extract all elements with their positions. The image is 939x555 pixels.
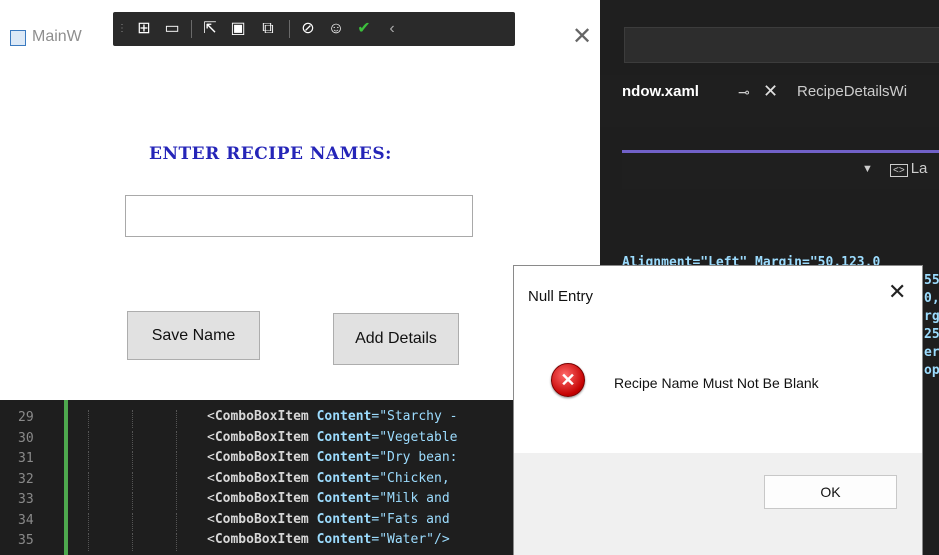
xml-tag: ComboBoxItem [214, 491, 309, 506]
line-number: 30 [18, 430, 34, 446]
indent-guide [88, 533, 90, 551]
layout-label[interactable]: <> La [890, 160, 927, 177]
frame-icon[interactable]: ▣ [227, 18, 249, 40]
toolbar-separator [289, 20, 290, 38]
page-heading: ENTER RECIPE NAMES: [149, 144, 392, 164]
add-details-button[interactable]: Add Details [333, 313, 459, 365]
code-line: <ComboBoxItem Content="Dry bean: [207, 450, 458, 465]
xml-attr: Content [316, 532, 372, 547]
xml-value: ="Vegetable [371, 429, 458, 445]
indent-guide [176, 451, 178, 469]
accessibility-icon[interactable]: ☺ [325, 18, 347, 40]
code-line-partial: er [924, 345, 939, 360]
ok-button[interactable]: OK [764, 475, 897, 509]
binding-icon[interactable]: ⊘ [297, 18, 319, 40]
layout-label-text: La [910, 160, 928, 177]
toolbar-separator [191, 20, 192, 38]
xml-tag: ComboBoxItem [214, 450, 309, 465]
recipe-name-input[interactable] [125, 195, 473, 237]
xml-attr: Content [316, 450, 372, 465]
indent-guide [132, 492, 134, 510]
code-line-partial: 0, [924, 291, 939, 306]
indent-guide [132, 410, 134, 428]
line-number: 33 [18, 492, 34, 507]
dialog-title: Null Entry [528, 288, 594, 305]
tab-recipedetails[interactable]: RecipeDetailsWi [797, 83, 907, 100]
indent-guide [132, 471, 134, 490]
indent-guide [88, 410, 90, 428]
xml-attr: Content [316, 409, 372, 424]
track-focus-icon[interactable]: ⧉ [257, 18, 279, 40]
code-line: <ComboBoxItem Content="Water"/> [207, 532, 450, 547]
pin-icon[interactable]: ⊸ [738, 84, 750, 101]
code-line-partial: 25 [924, 327, 939, 342]
line-number: 32 [18, 471, 34, 487]
indent-guide [176, 471, 178, 490]
window-title: MainW [32, 28, 82, 45]
video-icon[interactable]: ▭ [161, 18, 183, 40]
grip-icon[interactable]: ⋮ [117, 18, 127, 40]
indent-guide [88, 492, 90, 510]
indent-guide [132, 512, 134, 531]
error-icon: ✕ [551, 363, 585, 397]
layout-icon: <> [890, 164, 908, 177]
xml-value: ="Starchy - [371, 409, 458, 424]
debug-toolbar: ⋮ ⊞ ▭ ⇱ ▣ ⧉ ⊘ ☺ ✔ ‹ [113, 12, 515, 46]
null-entry-dialog: Null Entry ✕ ✕ Recipe Name Must Not Be B… [513, 265, 923, 555]
xml-value: ="Fats and [371, 511, 450, 527]
save-name-button[interactable]: Save Name [127, 311, 260, 360]
xml-value: ="Milk and [371, 491, 450, 506]
chevron-left-icon[interactable]: ‹ [381, 18, 403, 40]
indent-guide [132, 430, 134, 449]
xml-attr: Content [316, 491, 372, 506]
indent-guide [176, 533, 178, 551]
tab-close-icon[interactable]: ✕ [763, 81, 778, 102]
code-line: <ComboBoxItem Content="Milk and [207, 491, 450, 506]
cursor-icon[interactable]: ⇱ [199, 18, 221, 40]
indent-guide [176, 430, 178, 449]
xml-attr: Content [316, 511, 372, 527]
code-line: <ComboBoxItem Content="Chicken, [207, 470, 450, 486]
code-line: <ComboBoxItem Content="Fats and [207, 511, 450, 527]
vs-combo-box[interactable] [624, 27, 939, 63]
window-close-icon[interactable]: ✕ [572, 22, 592, 51]
indent-guide [132, 533, 134, 551]
indent-guide [176, 512, 178, 531]
xml-tag: ComboBoxItem [214, 470, 309, 486]
code-line: <ComboBoxItem Content="Starchy - [207, 409, 458, 424]
xml-attr: Content [316, 470, 372, 486]
xml-value: ="Chicken, [371, 470, 450, 486]
xml-attr: Content [316, 429, 372, 445]
xml-value: ="Dry bean: [371, 450, 458, 465]
dialog-message: Recipe Name Must Not Be Blank [614, 375, 819, 391]
code-line-partial: 55 [924, 273, 939, 288]
line-number: 34 [18, 512, 34, 528]
xml-value: ="Water"/> [371, 532, 450, 547]
indent-guide [88, 512, 90, 531]
indent-guide [88, 430, 90, 449]
indent-guide [176, 410, 178, 428]
indent-guide [176, 492, 178, 510]
line-number: 35 [18, 533, 34, 548]
code-line: <ComboBoxItem Content="Vegetable [207, 429, 458, 445]
xml-tag: ComboBoxItem [214, 511, 309, 527]
xml-tag: ComboBoxItem [214, 429, 309, 445]
xml-tag: ComboBoxItem [214, 409, 309, 424]
xml-tag: ComboBoxItem [214, 532, 309, 547]
tab-mainwindow-xaml[interactable]: ndow.xaml [622, 83, 699, 100]
indent-guide [132, 451, 134, 469]
line-number: 31 [18, 451, 34, 466]
line-number: 29 [18, 410, 34, 425]
changed-lines-marker [64, 398, 68, 555]
window-icon [10, 30, 26, 46]
check-icon[interactable]: ✔ [353, 18, 375, 40]
indent-guide [88, 471, 90, 490]
code-line-partial: op [924, 363, 939, 378]
dropdown-arrow-icon[interactable]: ▼ [862, 163, 873, 175]
code-line-partial: rg [924, 309, 939, 324]
select-element-icon[interactable]: ⊞ [133, 18, 155, 40]
dialog-close-icon[interactable]: ✕ [888, 279, 906, 305]
main-window: MainW ✕ ⋮ ⊞ ▭ ⇱ ▣ ⧉ ⊘ ☺ ✔ ‹ ENTER RECIPE… [0, 0, 600, 400]
indent-guide [88, 451, 90, 469]
